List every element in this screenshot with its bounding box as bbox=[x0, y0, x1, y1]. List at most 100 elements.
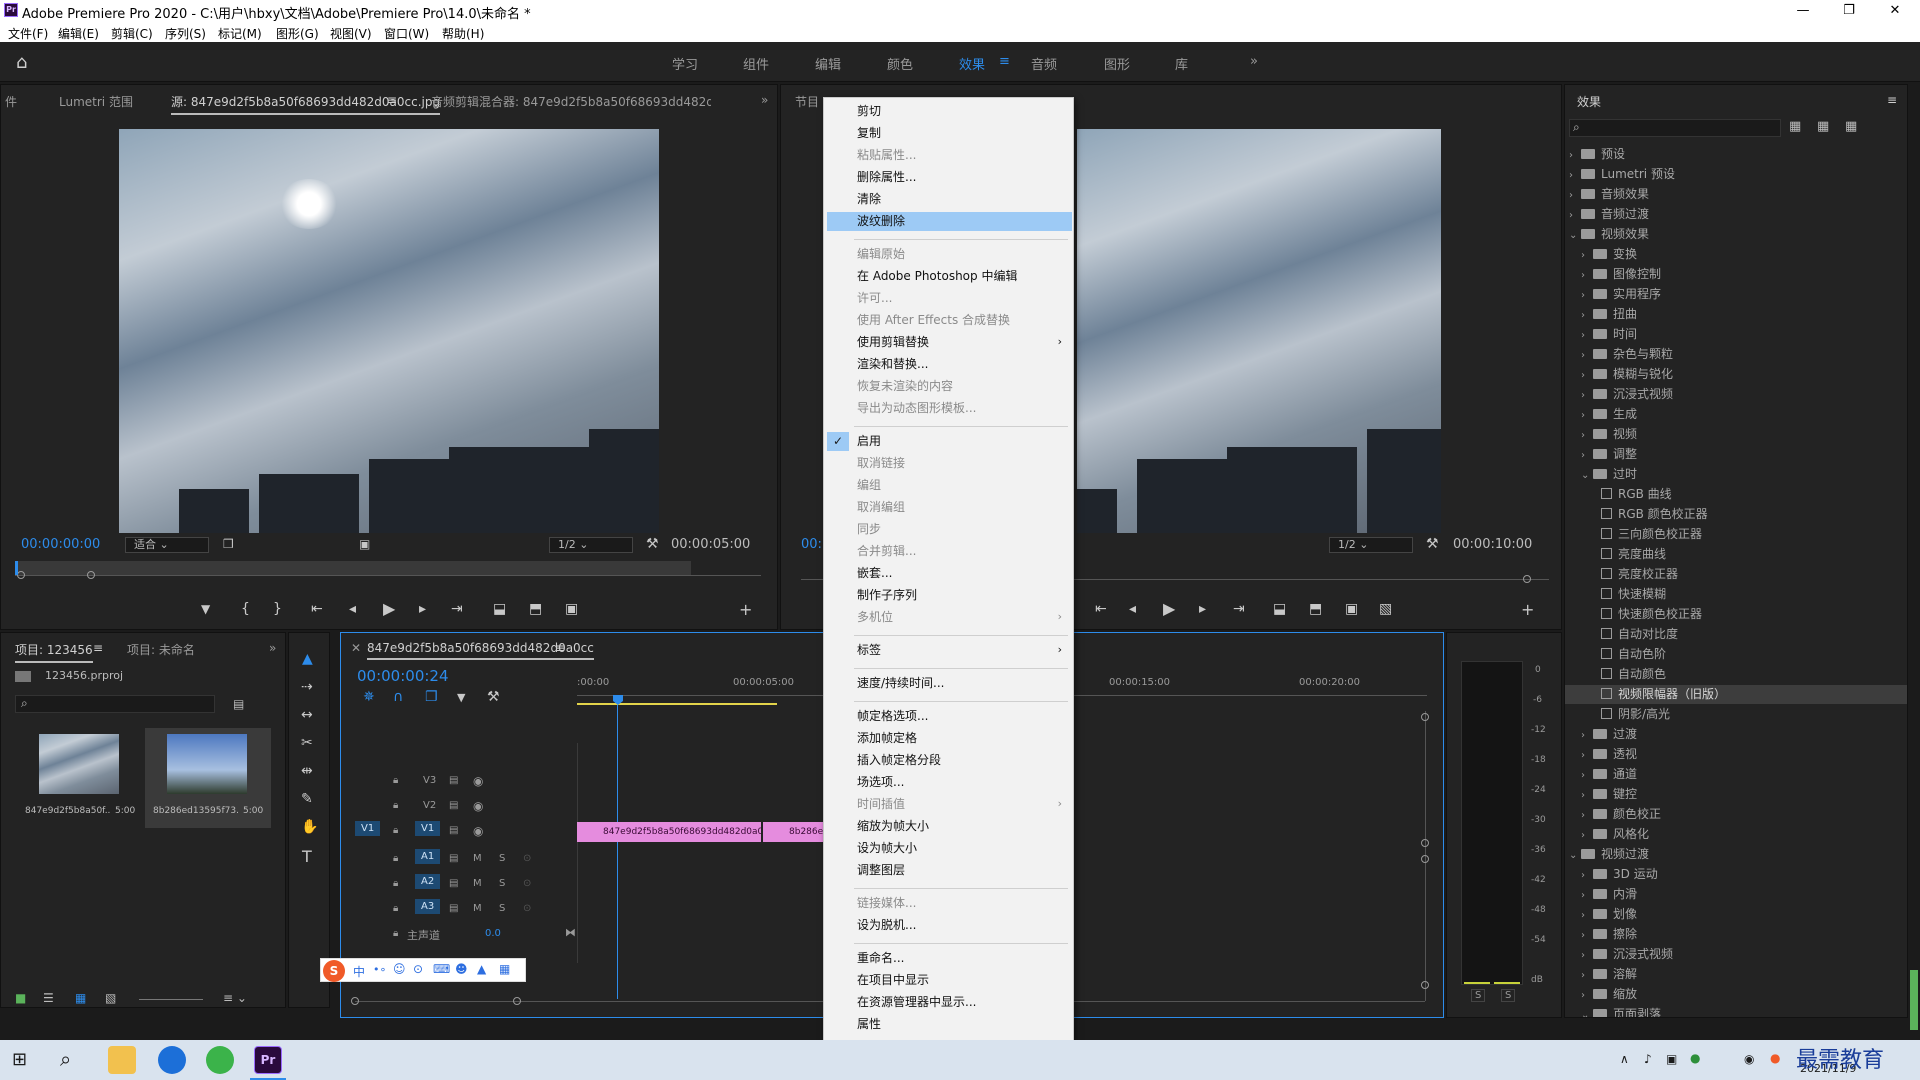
track-label-v1[interactable]: V1 bbox=[415, 821, 441, 836]
context-menu-item[interactable]: 重命名... bbox=[857, 949, 1062, 967]
context-menu-item[interactable]: 插入帧定格分段 bbox=[857, 751, 1062, 769]
effects-folder[interactable]: › 划像 bbox=[1565, 905, 1907, 924]
safe-margins-icon[interactable]: ▣ bbox=[359, 537, 370, 551]
selection-tool-icon[interactable]: ▲ bbox=[302, 651, 313, 667]
tab-lumetri-scopes[interactable]: Lumetri 范围 bbox=[59, 93, 133, 110]
track-sync-icon[interactable]: ▤ bbox=[449, 853, 458, 864]
program-button-editor-icon[interactable]: + bbox=[1521, 600, 1534, 619]
context-menu-item[interactable]: 波纹删除 bbox=[857, 212, 1062, 230]
nest-toggle-icon[interactable]: ✵ bbox=[363, 689, 375, 705]
effects-folder[interactable]: › 风格化 bbox=[1565, 825, 1907, 845]
work-area-bar[interactable] bbox=[577, 703, 777, 705]
ime-tray-icon[interactable]: ◉ bbox=[1744, 1052, 1754, 1066]
effects-folder[interactable]: › 杂色与颗粒 bbox=[1565, 345, 1907, 365]
tray-expand-icon[interactable]: ∧ bbox=[1620, 1052, 1629, 1066]
insert-icon[interactable]: ⬓ bbox=[493, 601, 506, 617]
ime-keyboard-icon[interactable]: ⌨ bbox=[433, 962, 450, 976]
ime-skin-icon[interactable]: ▲ bbox=[477, 962, 486, 976]
timeline-marker-icon[interactable]: ▼ bbox=[457, 691, 465, 704]
ime-punctuation-icon[interactable]: •∘ bbox=[373, 963, 386, 976]
chevron-right-icon[interactable]: › bbox=[1581, 986, 1593, 1005]
effects-folder[interactable]: › 图像控制 bbox=[1565, 265, 1907, 285]
meter-solo-right[interactable]: S bbox=[1501, 989, 1516, 1002]
windows-icon[interactable]: ⊞ bbox=[12, 1049, 27, 1070]
effects-folder[interactable]: › 3D 运动 bbox=[1565, 865, 1907, 885]
menu-view[interactable]: 视图(V) bbox=[330, 25, 372, 42]
timeline-vscroll-handle-bottom[interactable] bbox=[1421, 981, 1429, 989]
timeline-vscroll-handle-audio[interactable] bbox=[1421, 855, 1429, 863]
effects-folder[interactable]: › 过渡 bbox=[1565, 725, 1907, 744]
chevron-right-icon[interactable]: › bbox=[1569, 186, 1581, 205]
chevron-right-icon[interactable]: › bbox=[1581, 266, 1593, 285]
voice-over-icon[interactable]: ⊙ bbox=[523, 853, 531, 864]
project-tab-menu-icon[interactable]: ≡ bbox=[93, 641, 103, 655]
track-sync-icon[interactable]: ▤ bbox=[449, 825, 458, 836]
new-bin-icon[interactable]: ▤ bbox=[233, 697, 244, 711]
wrench-icon[interactable]: ⚒ bbox=[646, 536, 659, 552]
more-workspaces-icon[interactable]: » bbox=[1250, 54, 1258, 69]
search-icon[interactable]: ⌕ bbox=[60, 1047, 71, 1071]
context-menu-item[interactable]: 速度/持续时间... bbox=[857, 674, 1062, 692]
tab-source[interactable]: 源: 847e9d2f5b8a50f68693dd482d0a0cc.jpg bbox=[171, 93, 441, 115]
effects-menu-icon[interactable]: ≡ bbox=[1887, 93, 1897, 107]
project-more-icon[interactable]: » bbox=[269, 641, 276, 655]
chevron-right-icon[interactable]: › bbox=[1581, 866, 1593, 885]
track-lock-icon[interactable]: 🔒︎ bbox=[393, 853, 398, 864]
chevron-down-icon[interactable]: ⌄ bbox=[1581, 1006, 1593, 1017]
restore-button[interactable]: ❐ bbox=[1826, 0, 1872, 22]
timeline-timecode[interactable]: 00:00:00:24 bbox=[357, 667, 449, 685]
effects-folder[interactable]: › 透视 bbox=[1565, 745, 1907, 765]
ime-user-icon[interactable]: ☻ bbox=[455, 962, 468, 976]
program-zoom-handle[interactable] bbox=[1523, 575, 1531, 583]
chevron-right-icon[interactable]: › bbox=[1581, 386, 1593, 405]
edge-icon[interactable] bbox=[158, 1046, 186, 1074]
effects-folder[interactable]: › Lumetri 预设 bbox=[1565, 165, 1907, 185]
chevron-down-icon[interactable]: ⌄ bbox=[1569, 226, 1581, 245]
overwrite-icon[interactable]: ⬒ bbox=[529, 601, 542, 617]
program-timecode[interactable]: 00: bbox=[801, 537, 822, 552]
menu-file[interactable]: 文件(F) bbox=[8, 25, 48, 42]
workspace-menu-icon[interactable]: ≡ bbox=[999, 54, 1010, 69]
source-time-ruler[interactable] bbox=[15, 561, 691, 575]
menu-window[interactable]: 窗口(W) bbox=[384, 25, 429, 42]
security-icon[interactable]: ● bbox=[1690, 1051, 1700, 1065]
yuv-effects-icon[interactable]: ▦ bbox=[1845, 119, 1857, 134]
file-explorer-icon[interactable] bbox=[108, 1046, 136, 1074]
track-lock-icon[interactable]: 🔒︎ bbox=[393, 928, 398, 939]
chevron-right-icon[interactable]: › bbox=[1581, 286, 1593, 305]
volume-icon[interactable]: ♪ bbox=[1644, 1052, 1652, 1066]
chevron-right-icon[interactable]: › bbox=[1581, 806, 1593, 825]
effects-preset[interactable]: 快速模糊 bbox=[1565, 585, 1907, 604]
chevron-right-icon[interactable]: › bbox=[1581, 966, 1593, 985]
chevron-right-icon[interactable]: › bbox=[1569, 146, 1581, 165]
workspace-editing[interactable]: 编辑 bbox=[815, 54, 841, 73]
effects-folder[interactable]: › 溶解 bbox=[1565, 965, 1907, 985]
add-marker-icon[interactable]: ▼ bbox=[201, 602, 210, 616]
menu-help[interactable]: 帮助(H) bbox=[442, 25, 484, 42]
effects-folder[interactable]: › 时间 bbox=[1565, 325, 1907, 345]
effects-folder[interactable]: › 音频效果 bbox=[1565, 185, 1907, 205]
context-menu-item[interactable]: 嵌套... bbox=[857, 564, 1062, 582]
track-label-a2[interactable]: A2 bbox=[415, 874, 441, 889]
track-lock-icon[interactable]: 🔒︎ bbox=[393, 825, 398, 836]
effects-scroll-thumb[interactable] bbox=[1910, 970, 1918, 1030]
chevron-right-icon[interactable]: › bbox=[1581, 346, 1593, 365]
chevron-right-icon[interactable]: › bbox=[1569, 166, 1581, 185]
workspace-audio[interactable]: 音频 bbox=[1031, 54, 1057, 73]
chevron-right-icon[interactable]: › bbox=[1569, 206, 1581, 225]
menu-clip[interactable]: 剪辑(C) bbox=[111, 25, 153, 42]
chevron-right-icon[interactable]: › bbox=[1581, 746, 1593, 765]
timeline-scroll-handle-right[interactable] bbox=[513, 997, 521, 1005]
context-menu-item[interactable]: 场选项... bbox=[857, 773, 1062, 791]
effects-folder[interactable]: › 变换 bbox=[1565, 245, 1907, 265]
context-menu-item[interactable]: 渲染和替换... bbox=[857, 355, 1062, 373]
effects-preset[interactable]: 快速颜色校正器 bbox=[1565, 605, 1907, 624]
chevron-right-icon[interactable]: › bbox=[1581, 826, 1593, 845]
menu-graphics[interactable]: 图形(G) bbox=[276, 25, 319, 42]
chevron-right-icon[interactable]: › bbox=[1581, 246, 1593, 265]
export-frame-icon[interactable]: ▣ bbox=[565, 601, 578, 617]
program-resolution-dropdown[interactable]: 1/2 ⌄ bbox=[1329, 537, 1413, 553]
mute-button[interactable]: M bbox=[473, 903, 482, 914]
chevron-right-icon[interactable]: › bbox=[1581, 326, 1593, 345]
effects-preset[interactable]: RGB 颜色校正器 bbox=[1565, 505, 1907, 524]
